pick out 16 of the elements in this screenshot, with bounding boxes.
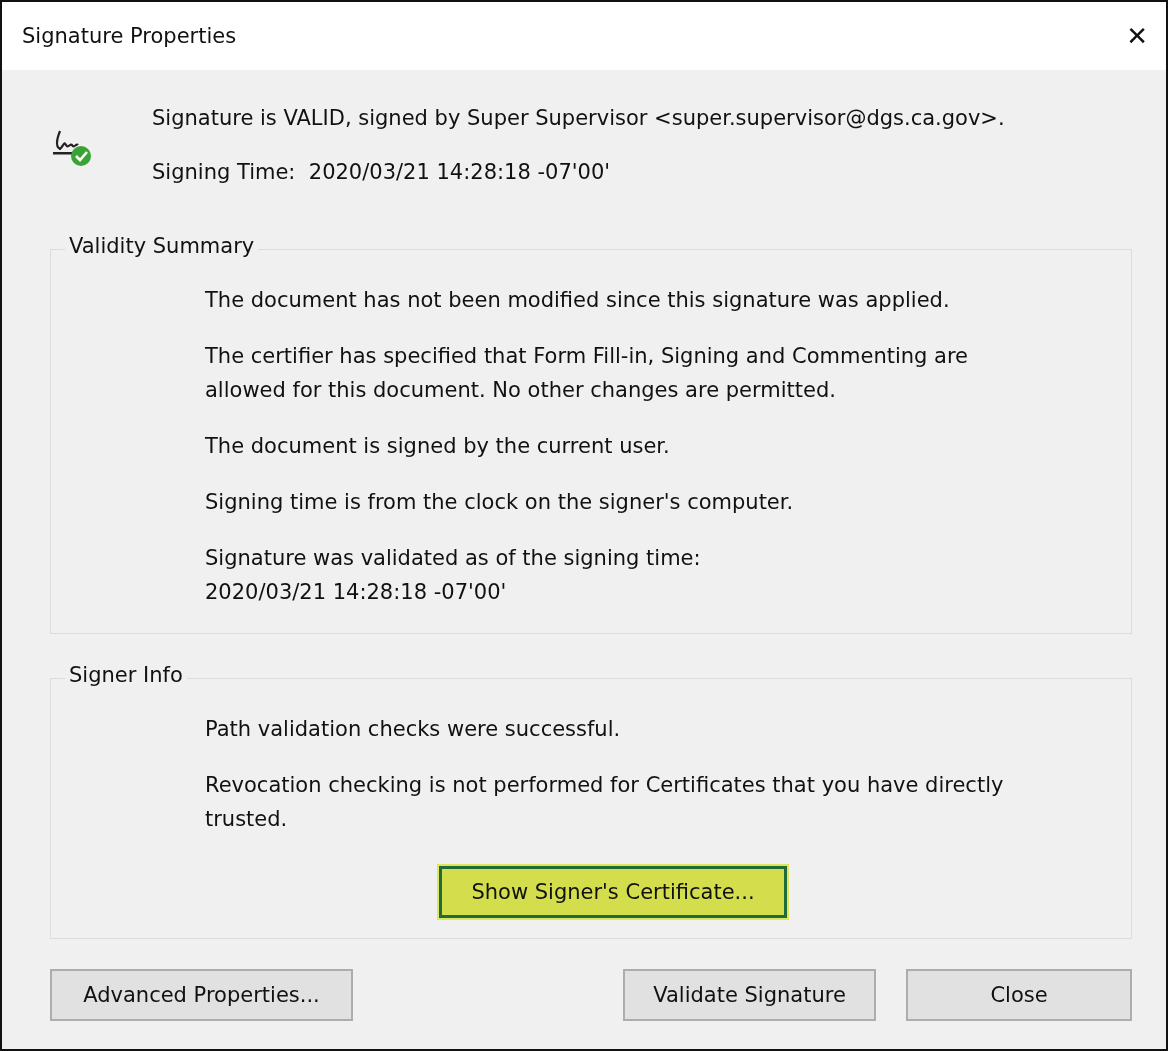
- info-text: Signing time is from the clock on the signer's computer.: [205, 489, 795, 516]
- group-title: Validity Summary: [65, 234, 259, 258]
- close-button[interactable]: Close: [906, 969, 1132, 1021]
- show-certificate-button[interactable]: Show Signer's Certificate...: [439, 866, 787, 918]
- signature-status-text: Signature is VALID, signed by Super Supervisor <super.supervisor@dgs.ca.gov>.: [152, 106, 1005, 130]
- group-title: Signer Info: [65, 663, 187, 687]
- info-text: The document is signed by the current user.: [205, 433, 671, 460]
- info-text: Signature was validated as of the signing time: 2020/03/21 14:28:18 -07'00': [205, 545, 702, 606]
- info-text: Path validation checks were successful.: [205, 716, 622, 743]
- info-text: The certifier has specified that Form Fill-in, Signing and Commenting are allowed for this document. No other changes are permitted.: [205, 343, 970, 404]
- advanced-properties-button[interactable]: Advanced Properties...: [50, 969, 353, 1021]
- info-text: The document has not been modified since this signature was applied.: [205, 287, 951, 314]
- signing-time-text: Signing Time: 2020/03/21 14:28:18 -07'00': [152, 160, 612, 184]
- window-title: Signature Properties: [22, 24, 237, 48]
- validate-signature-button[interactable]: Validate Signature: [623, 969, 876, 1021]
- info-text: Revocation checking is not performed for Certificates that you have directly trusted.: [205, 772, 1005, 833]
